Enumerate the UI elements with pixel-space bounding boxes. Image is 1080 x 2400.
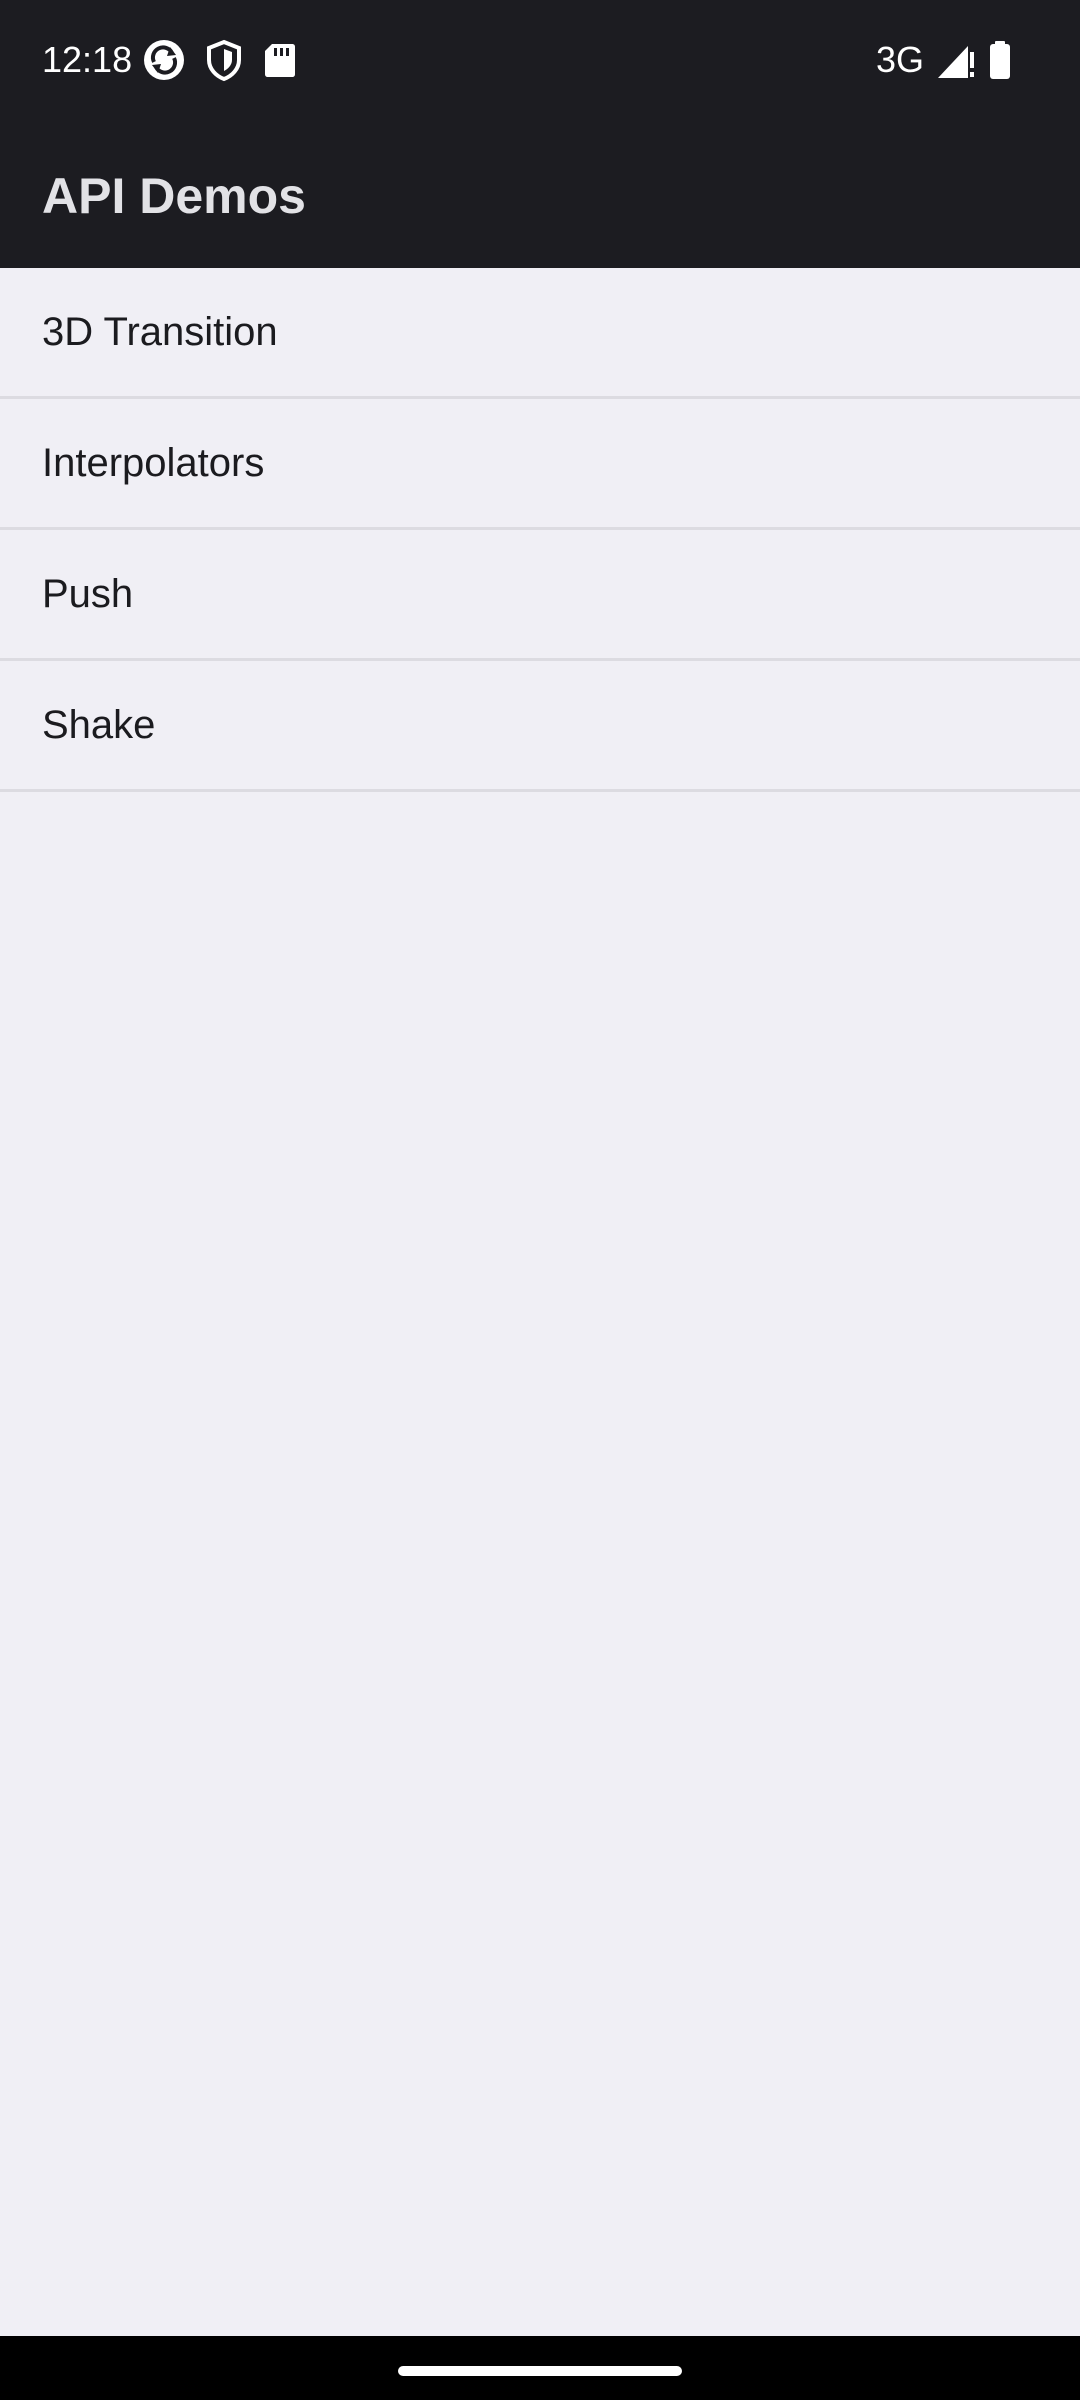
status-bar: 12:18 3G bbox=[0, 0, 1080, 124]
app-bar: API Demos bbox=[0, 124, 1080, 268]
battery-icon bbox=[990, 41, 1010, 79]
list-item-label: Push bbox=[42, 572, 134, 616]
list-item-interpolators[interactable]: Interpolators bbox=[0, 399, 1080, 530]
home-gesture-handle[interactable] bbox=[398, 2366, 682, 2376]
list-item-shake[interactable]: Shake bbox=[0, 661, 1080, 792]
demo-list: 3D Transition Interpolators Push Shake bbox=[0, 268, 1080, 792]
list-item-label: Shake bbox=[42, 703, 156, 747]
network-type-label: 3G bbox=[876, 39, 925, 80]
app-title: API Demos bbox=[42, 168, 306, 224]
shield-icon bbox=[207, 39, 241, 82]
sync-icon bbox=[144, 40, 184, 80]
navigation-bar bbox=[0, 2336, 1080, 2400]
signal-icon bbox=[938, 46, 974, 78]
list-item-label: 3D Transition bbox=[42, 310, 278, 354]
list-item-3d-transition[interactable]: 3D Transition bbox=[0, 268, 1080, 399]
sd-card-icon bbox=[265, 44, 295, 77]
list-item-push[interactable]: Push bbox=[0, 530, 1080, 661]
list-item-label: Interpolators bbox=[42, 441, 265, 485]
status-time: 12:18 bbox=[42, 39, 133, 80]
